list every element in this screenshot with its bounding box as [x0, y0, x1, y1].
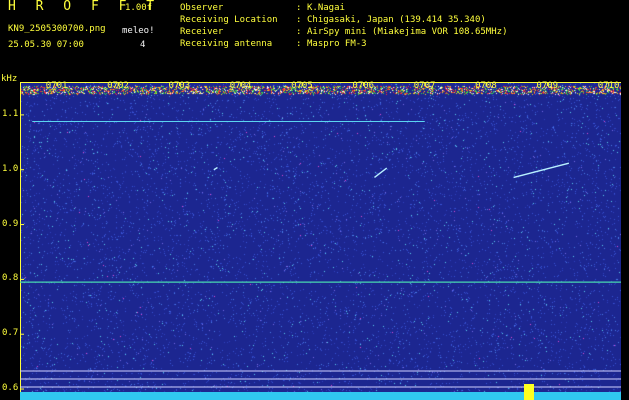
meta-value-receiver: AirSpy mini (Miakejima VOR 108.65MHz)	[307, 27, 508, 37]
meta-separator: :	[296, 3, 302, 13]
y-tick-label: 0.8	[2, 273, 19, 284]
spectrogram-overlay	[20, 82, 621, 400]
meteor-streak	[374, 167, 388, 178]
version-label: 1.00f	[125, 3, 153, 13]
mode-label: meleo!	[122, 26, 155, 36]
meta-value-antenna: Maspro FM-3	[307, 39, 367, 49]
x-tick-label: 0706	[352, 81, 375, 91]
y-tick-label: 1.0	[2, 163, 19, 174]
meta-value-observer: K.Nagai	[307, 3, 345, 13]
meta-separator: :	[296, 15, 302, 25]
y-tick-label: 0.6	[2, 383, 19, 394]
meta-label-receiver: Receiver	[180, 27, 224, 37]
y-tick-label: 0.9	[2, 218, 19, 229]
y-tick-label: 0.7	[2, 328, 19, 339]
mode-value: 4	[140, 40, 146, 50]
meteor-streak	[513, 162, 570, 179]
y-axis-unit: kHz	[1, 74, 18, 84]
x-tick-label: 0709	[536, 81, 559, 91]
spectrogram-plot	[20, 82, 621, 400]
datetime-label: 25.05.30 07:00	[8, 40, 84, 50]
filename-label: KN9_2505300700.png	[8, 24, 106, 34]
x-tick-label: 0704	[229, 81, 252, 91]
meta-label-observer: Observer	[180, 3, 224, 13]
spectrogram-screen: { "header": { "app_title": "H R O F F T"…	[0, 0, 629, 400]
x-tick-label: 0708	[475, 81, 497, 91]
meta-label-location: Receiving Location	[180, 15, 278, 25]
meta-label-antenna: Receiving antenna	[180, 39, 273, 49]
meta-value-location: Chigasaki, Japan (139.414 35.340)	[307, 15, 486, 25]
x-tick-label: 0707	[413, 81, 436, 91]
y-tick-label: 1.1	[2, 108, 19, 119]
x-tick-label: 0703	[168, 81, 191, 91]
meteor-streak	[213, 166, 218, 171]
x-tick-label: 0702	[107, 81, 129, 91]
meta-separator: :	[296, 27, 302, 37]
x-tick-label: 0710	[597, 81, 620, 91]
spectrum-peak	[524, 384, 534, 400]
x-tick-label: 0701	[45, 81, 68, 91]
meta-separator: :	[296, 39, 302, 49]
x-tick-label: 0705	[291, 81, 313, 91]
